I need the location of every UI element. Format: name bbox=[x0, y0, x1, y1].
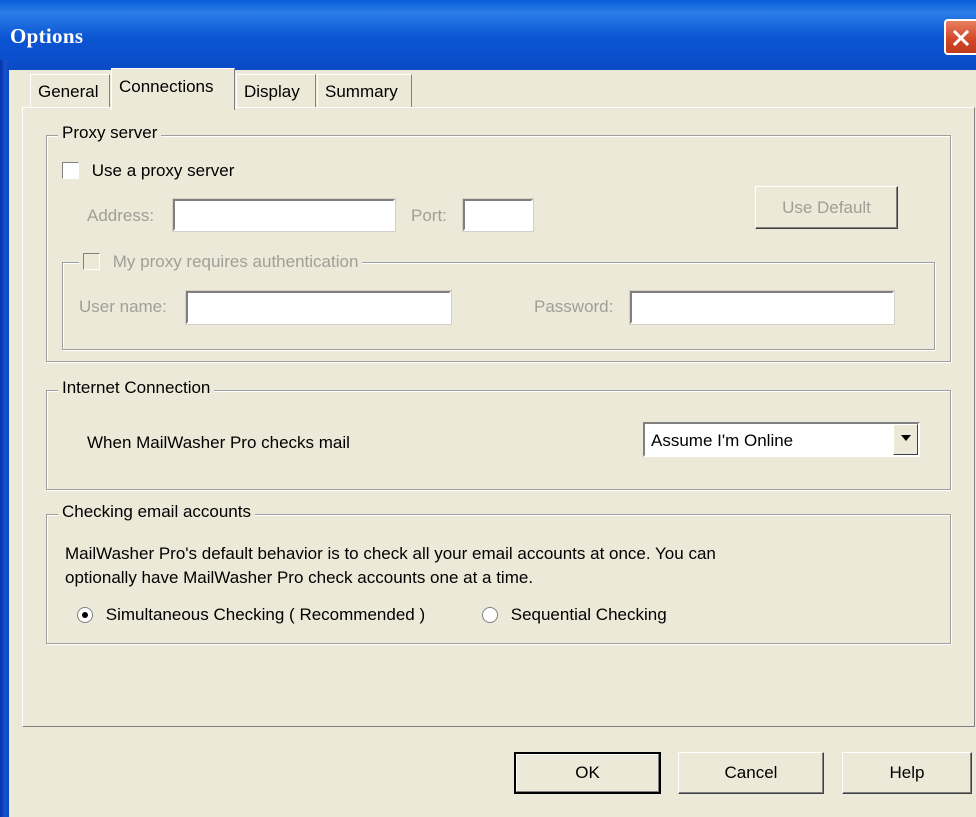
window-left-border bbox=[0, 60, 9, 817]
simultaneous-option[interactable]: Simultaneous Checking ( Recommended ) bbox=[77, 604, 425, 625]
tab-label: General bbox=[38, 82, 99, 101]
dropdown-button[interactable] bbox=[893, 424, 918, 455]
checking-description-line1: MailWasher Pro's default behavior is to … bbox=[65, 544, 716, 563]
sequential-label: Sequential Checking bbox=[510, 604, 667, 624]
tab-general[interactable]: General bbox=[30, 74, 110, 108]
use-proxy-label: Use a proxy server bbox=[91, 160, 235, 180]
proxy-auth-group: My proxy requires authentication User na… bbox=[62, 251, 935, 350]
ok-button[interactable]: OK bbox=[514, 752, 661, 794]
checking-accounts-legend: Checking email accounts bbox=[58, 502, 255, 522]
connections-panel: Proxy server Use a proxy server Address:… bbox=[22, 107, 975, 727]
password-input[interactable] bbox=[629, 290, 895, 325]
sequential-radio[interactable] bbox=[482, 606, 498, 623]
internet-connection-legend: Internet Connection bbox=[58, 378, 215, 398]
title-bar: Options bbox=[0, 0, 976, 70]
auth-checkbox[interactable] bbox=[83, 253, 100, 271]
auth-label: My proxy requires authentication bbox=[112, 251, 359, 271]
proxy-server-legend: Proxy server bbox=[58, 123, 162, 143]
tab-label: Display bbox=[244, 82, 300, 101]
help-button[interactable]: Help bbox=[842, 752, 972, 794]
port-input[interactable] bbox=[462, 198, 534, 232]
tab-label: Summary bbox=[325, 82, 398, 101]
address-input[interactable] bbox=[172, 198, 396, 232]
connection-mode-select[interactable]: Assume I'm Online bbox=[643, 422, 920, 457]
sequential-option[interactable]: Sequential Checking bbox=[482, 604, 667, 625]
cancel-button[interactable]: Cancel bbox=[678, 752, 824, 794]
proxy-server-group: Proxy server Use a proxy server Address:… bbox=[46, 123, 951, 362]
connection-prompt: When MailWasher Pro checks mail bbox=[87, 433, 350, 452]
checking-accounts-group: Checking email accounts MailWasher Pro's… bbox=[46, 502, 951, 644]
use-proxy-checkbox[interactable] bbox=[62, 162, 79, 180]
checking-description-line2: optionally have MailWasher Pro check acc… bbox=[65, 568, 534, 587]
tab-summary[interactable]: Summary bbox=[317, 74, 412, 108]
port-label: Port: bbox=[411, 206, 447, 225]
simultaneous-label: Simultaneous Checking ( Recommended ) bbox=[105, 604, 426, 624]
username-input[interactable] bbox=[185, 290, 452, 325]
connection-mode-value: Assume I'm Online bbox=[651, 431, 794, 450]
internet-connection-group: Internet Connection When MailWasher Pro … bbox=[46, 378, 951, 490]
use-proxy-row[interactable]: Use a proxy server bbox=[62, 160, 234, 181]
close-button[interactable] bbox=[944, 19, 976, 55]
tab-display[interactable]: Display bbox=[236, 74, 316, 108]
tab-label: Connections bbox=[119, 77, 214, 96]
tab-connections[interactable]: Connections bbox=[111, 68, 235, 110]
address-label: Address: bbox=[87, 206, 155, 225]
use-default-button[interactable]: Use Default bbox=[755, 186, 898, 229]
simultaneous-radio[interactable] bbox=[77, 606, 93, 623]
password-label: Password: bbox=[534, 297, 614, 316]
auth-legend[interactable]: My proxy requires authentication bbox=[79, 251, 363, 272]
username-label: User name: bbox=[79, 297, 167, 316]
window-title: Options bbox=[10, 24, 84, 48]
